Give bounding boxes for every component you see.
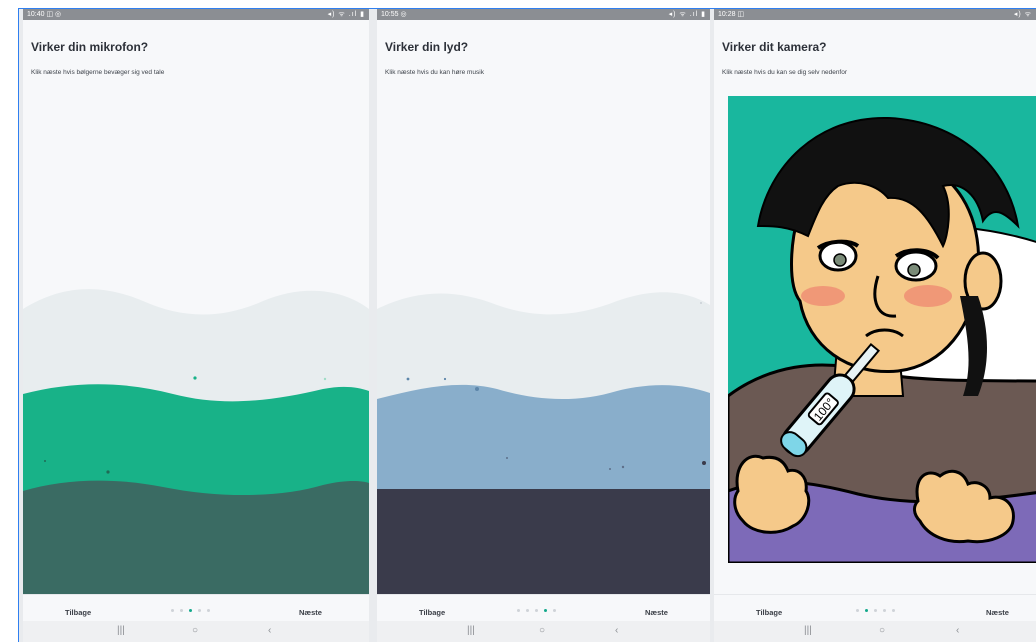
camera-preview: 100° [728,96,1036,563]
step-dot-active [865,609,868,612]
audio-check-screen: 10:55 ◎ ◂) ᯤ .ıl ▮ Virker din lyd? Klik … [377,9,710,642]
status-bar: 10:28 ◫ ◂) ᯤ [714,9,1036,20]
recents-icon[interactable]: ||| [117,625,125,636]
status-time: 10:28 [718,11,736,18]
instruction-text: Klik næste hvis du kan se dig selv neden… [722,69,848,76]
step-dot [171,609,174,612]
camera-preview-image: 100° [728,116,1036,563]
step-dot [883,609,886,612]
next-button[interactable]: Næste [641,606,672,619]
step-dot [526,609,529,612]
back-button[interactable]: Tilbage [752,606,786,619]
back-button[interactable]: Tilbage [415,606,449,619]
back-button[interactable]: Tilbage [61,606,95,619]
android-nav-bar: ||| ○ ‹ [23,621,369,642]
step-dot-active [544,609,547,612]
page-title: Virker din mikrofon? [31,40,149,54]
particle [621,465,625,469]
page-title: Virker din lyd? [385,40,469,54]
recents-icon[interactable]: ||| [804,625,812,636]
camera-check-screen: 10:28 ◫ ◂) ᯤ Virker dit kamera? Klik næs… [714,9,1036,642]
page-title: Virker dit kamera? [722,40,827,54]
microphone-check-screen: 10:40 ◫ ◎ ◂) ᯤ .ıl ▮ Virker din mikrofon… [23,9,369,642]
particle [609,468,611,470]
home-icon[interactable]: ○ [539,625,545,636]
particle [443,377,447,381]
step-dot [856,609,859,612]
step-dot [180,609,183,612]
instruction-text: Klik næste hvis bølgerne bevæger sig ved… [31,69,165,76]
back-nav-icon[interactable]: ‹ [268,625,271,636]
instruction-text: Klik næste hvis du kan høre musik [385,69,484,76]
particle [702,461,706,465]
android-nav-bar: ||| ○ ‹ [377,621,710,642]
step-dot-active [189,609,192,612]
step-dot [874,609,877,612]
particle [406,377,410,381]
dark-wave [23,480,369,594]
particle [193,376,197,380]
back-nav-icon[interactable]: ‹ [615,625,618,636]
system-status-icons: ◂) ᯤ [1013,11,1032,18]
step-dot [553,609,556,612]
step-indicator [856,609,895,612]
home-icon[interactable]: ○ [192,625,198,636]
dark-wave [377,489,710,594]
android-nav-bar: ||| ○ ‹ [714,621,1036,642]
step-indicator [517,609,556,612]
next-button[interactable]: Næste [982,606,1013,619]
sound-wave-illustration [23,289,369,594]
particle [506,457,508,459]
particle [475,387,479,391]
step-dot [517,609,520,612]
recents-icon[interactable]: ||| [467,625,475,636]
step-dot [207,609,210,612]
particle [44,460,46,462]
step-indicator [171,609,210,612]
particle [700,302,702,304]
back-nav-icon[interactable]: ‹ [956,625,959,636]
step-dot [892,609,895,612]
particle [323,377,327,381]
sound-wave-illustration [377,292,710,594]
step-dot [535,609,538,612]
particle [106,470,110,474]
home-icon[interactable]: ○ [879,625,885,636]
step-dot [198,609,201,612]
next-button[interactable]: Næste [295,606,326,619]
notification-icons: ◫ [737,11,745,18]
